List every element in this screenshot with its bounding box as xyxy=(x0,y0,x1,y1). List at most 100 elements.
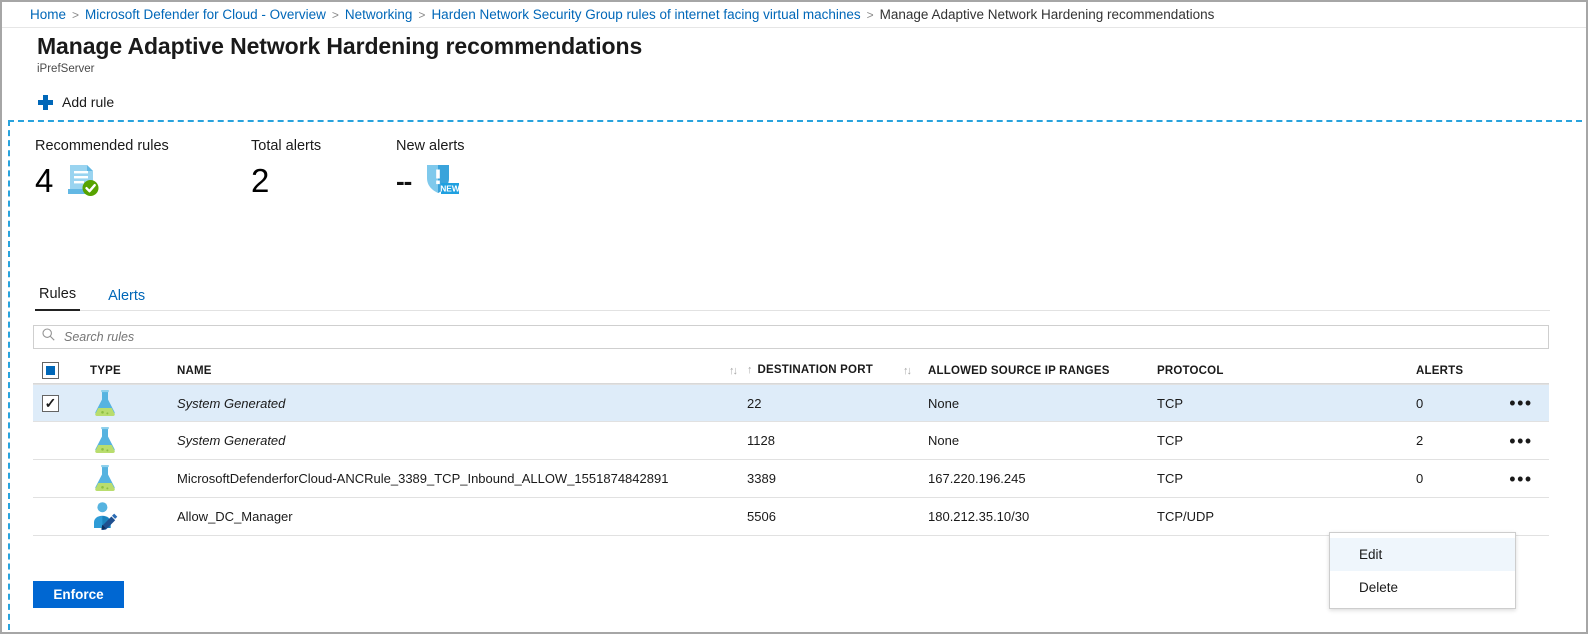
row-checkbox[interactable] xyxy=(42,508,59,525)
row-protocol: TCP xyxy=(1157,433,1183,448)
stat-total-alerts: Total alerts 2 xyxy=(251,137,396,201)
stats-summary: Recommended rules 4 Total alerts 2 New a… xyxy=(35,137,596,201)
table-header-row: TYPE NAME ↑↓ ↑ DESTINATION PORT ↑↓ ALLOWE… xyxy=(33,358,1549,384)
row-name: System Generated xyxy=(177,433,286,448)
row-allowed-source-ip-ranges: 167.220.196.245 xyxy=(928,471,1026,486)
table-row[interactable]: System Generated 1128 None TCP 2 ••• xyxy=(33,422,1549,460)
search-input[interactable] xyxy=(62,329,1548,345)
row-type-cell xyxy=(80,462,163,495)
breadcrumb-item-harden-nsg-rules[interactable]: Harden Network Security Group rules of i… xyxy=(431,7,860,22)
row-name: MicrosoftDefenderforCloud-ANCRule_3389_T… xyxy=(177,471,669,486)
breadcrumb-separator: > xyxy=(72,7,80,22)
check-icon: ✓ xyxy=(44,395,57,411)
table-row[interactable]: ✓ System Generated 22 None TCP 0 ••• xyxy=(33,384,1549,422)
plus-icon xyxy=(38,94,53,110)
row-name: Allow_DC_Manager xyxy=(177,509,293,524)
row-checkbox[interactable]: ✓ xyxy=(42,394,59,412)
search-icon xyxy=(42,328,55,346)
column-header-type[interactable]: TYPE xyxy=(80,365,163,377)
row-protocol: TCP xyxy=(1157,471,1183,486)
row-allowed-source-ip-ranges: 180.212.35.10/30 xyxy=(928,509,1030,524)
page-subtitle: iPrefServer xyxy=(37,63,95,75)
context-menu-item-edit[interactable]: Edit xyxy=(1330,538,1515,571)
row-type-cell xyxy=(80,424,163,457)
row-alerts: 0 xyxy=(1416,471,1424,486)
stat-label: Total alerts xyxy=(251,138,322,154)
breadcrumb-item-defender-overview[interactable]: Microsoft Defender for Cloud - Overview xyxy=(85,7,326,22)
row-destination-port: 1128 xyxy=(747,433,775,448)
row-actions-cell: ••• xyxy=(1493,432,1549,450)
row-select-cell xyxy=(33,508,80,525)
flask-icon xyxy=(90,387,120,420)
row-more-actions-button[interactable] xyxy=(1515,515,1527,519)
page-title: Manage Adaptive Network Hardening recomm… xyxy=(37,33,643,59)
column-header-name-label: NAME xyxy=(177,364,212,377)
search-bar[interactable] xyxy=(33,325,1549,349)
row-destination-port: 5506 xyxy=(747,509,776,524)
user-edit-icon xyxy=(90,500,120,533)
row-more-actions-button[interactable]: ••• xyxy=(1503,432,1538,450)
row-destination-port: 22 xyxy=(747,395,762,411)
row-type-cell xyxy=(80,387,163,420)
stat-new-alerts: New alerts -- NEW xyxy=(396,137,596,201)
row-alerts: 2 xyxy=(1416,433,1424,448)
breadcrumb-item-home[interactable]: Home xyxy=(30,7,66,22)
flask-icon xyxy=(90,462,120,495)
stat-value: 4 xyxy=(35,162,53,199)
row-context-menu: Edit Delete xyxy=(1329,532,1516,609)
column-header-destination-port[interactable]: ↑ DESTINATION PORT ↑↓ xyxy=(742,364,928,376)
row-select-cell xyxy=(33,432,80,449)
row-name: System Generated xyxy=(177,395,286,411)
add-rule-label: Add rule xyxy=(62,94,115,110)
stat-label: New alerts xyxy=(396,138,465,154)
column-header-allowed-source-ip-ranges[interactable]: ALLOWED SOURCE IP RANGES xyxy=(928,365,1157,377)
row-alerts: 0 xyxy=(1416,395,1424,411)
enforce-button[interactable]: Enforce xyxy=(33,581,124,608)
column-header-name[interactable]: NAME ↑↓ xyxy=(163,365,742,377)
document-check-icon xyxy=(63,161,101,202)
row-destination-port: 3389 xyxy=(747,471,776,486)
tab-bar: Rules Alerts xyxy=(35,280,1550,311)
column-header-protocol[interactable]: PROTOCOL xyxy=(1157,365,1416,377)
table-row[interactable]: Allow_DC_Manager 5506 180.212.35.10/30 T… xyxy=(33,498,1549,536)
row-more-actions-button[interactable]: ••• xyxy=(1503,394,1538,412)
table-row[interactable]: MicrosoftDefenderforCloud-ANCRule_3389_T… xyxy=(33,460,1549,498)
row-actions-cell xyxy=(1493,515,1549,519)
select-all-cell xyxy=(33,362,80,379)
new-badge-text: NEW xyxy=(441,183,461,193)
breadcrumb-separator: > xyxy=(331,7,339,22)
sort-arrows-icon[interactable]: ↑↓ xyxy=(729,365,738,377)
command-bar: Add rule xyxy=(2,84,1586,120)
breadcrumb-item-networking[interactable]: Networking xyxy=(345,7,413,22)
add-rule-button[interactable]: Add rule xyxy=(34,92,118,112)
row-select-cell: ✓ xyxy=(33,394,80,412)
breadcrumb-item-current: Manage Adaptive Network Hardening recomm… xyxy=(879,7,1215,22)
flask-icon xyxy=(90,424,120,457)
title-block: Manage Adaptive Network Hardening recomm… xyxy=(37,32,642,76)
sort-ascending-icon[interactable]: ↑ xyxy=(747,364,752,376)
row-select-cell xyxy=(33,470,80,487)
select-all-checkbox[interactable] xyxy=(42,362,59,379)
column-header-alerts[interactable]: ALERTS xyxy=(1416,365,1493,377)
sort-arrows-icon[interactable]: ↑↓ xyxy=(903,365,912,377)
breadcrumb: Home > Microsoft Defender for Cloud - Ov… xyxy=(2,2,1586,28)
row-checkbox[interactable] xyxy=(42,470,59,487)
azure-portal-blade: Home > Microsoft Defender for Cloud - Ov… xyxy=(0,0,1588,634)
row-type-cell xyxy=(80,500,163,533)
row-actions-cell: ••• xyxy=(1493,470,1549,488)
tab-alerts[interactable]: Alerts xyxy=(104,288,149,311)
row-checkbox[interactable] xyxy=(42,432,59,449)
row-more-actions-button[interactable]: ••• xyxy=(1503,470,1538,488)
tab-rules[interactable]: Rules xyxy=(35,286,81,311)
stat-recommended-rules: Recommended rules 4 xyxy=(35,137,251,201)
breadcrumb-separator: > xyxy=(866,7,874,22)
row-allowed-source-ip-ranges: None xyxy=(928,395,960,411)
row-actions-cell: ••• xyxy=(1493,394,1549,412)
context-menu-item-delete[interactable]: Delete xyxy=(1330,571,1515,604)
breadcrumb-separator: > xyxy=(418,7,426,22)
row-protocol: TCP/UDP xyxy=(1157,509,1215,524)
rules-table: TYPE NAME ↑↓ ↑ DESTINATION PORT ↑↓ ALLOWE… xyxy=(33,358,1549,536)
indeterminate-mark xyxy=(46,366,55,375)
stat-value: 2 xyxy=(251,162,269,199)
shield-new-alert-icon: NEW xyxy=(421,161,461,202)
